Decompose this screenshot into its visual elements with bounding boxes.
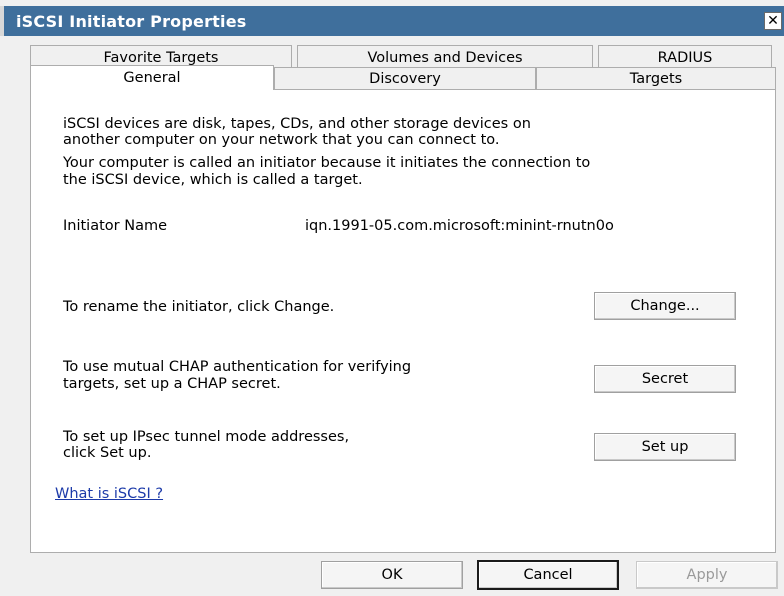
tab-label: General [123,70,181,86]
apply-button[interactable]: Apply [636,561,778,589]
tab-label: Favorite Targets [103,49,219,66]
tab-label: Targets [629,70,683,87]
initiator-name-value: iqn.1991-05.com.microsoft:minint-rnutn0o [305,218,614,234]
tab-label: Discovery [369,70,441,87]
close-icon: ✕ [767,13,779,29]
tab-discovery[interactable]: Discovery [274,67,536,89]
rename-instruction: To rename the initiator, click Change. [63,299,335,315]
change-button[interactable]: Change... [594,292,736,320]
tab-radius[interactable]: RADIUS [598,45,772,69]
title-bar-edge [0,6,4,36]
tab-label: RADIUS [657,49,713,66]
setup-button-label: Set up [641,439,689,455]
secret-button-label: Secret [641,371,689,387]
cancel-button-label: Cancel [523,567,573,583]
tab-label: Volumes and Devices [367,49,523,66]
general-tab-panel: iSCSI devices are disk, tapes, CDs, and … [30,89,776,553]
tab-volumes-and-devices[interactable]: Volumes and Devices [297,45,593,69]
ok-button[interactable]: OK [321,561,463,589]
chap-instruction-line-2: targets, set up a CHAP secret. [63,376,281,392]
cancel-button[interactable]: Cancel [477,560,619,590]
change-button-label: Change... [630,298,700,314]
initiator-name-label: Initiator Name [63,218,167,234]
initiator-description-line-2: the iSCSI device, which is called a targ… [63,172,363,188]
window-title: iSCSI Initiator Properties [16,12,247,31]
ok-button-label: OK [381,567,403,583]
what-is-iscsi-link[interactable]: What is iSCSI ? [55,486,163,502]
intro-text-line-2: another computer on your network that yo… [63,132,500,148]
setup-button[interactable]: Set up [594,433,736,461]
iscsi-initiator-properties-dialog: iSCSI Initiator Properties ✕ Favorite Ta… [0,0,784,596]
window-left-edge [0,36,14,596]
tab-targets[interactable]: Targets [536,67,776,89]
apply-button-label: Apply [686,567,728,583]
ipsec-instruction-line-2: click Set up. [63,445,152,461]
tab-general[interactable]: General [30,65,274,90]
secret-button[interactable]: Secret [594,365,736,393]
close-button[interactable]: ✕ [764,12,782,30]
title-bar[interactable]: iSCSI Initiator Properties ✕ [0,6,784,36]
